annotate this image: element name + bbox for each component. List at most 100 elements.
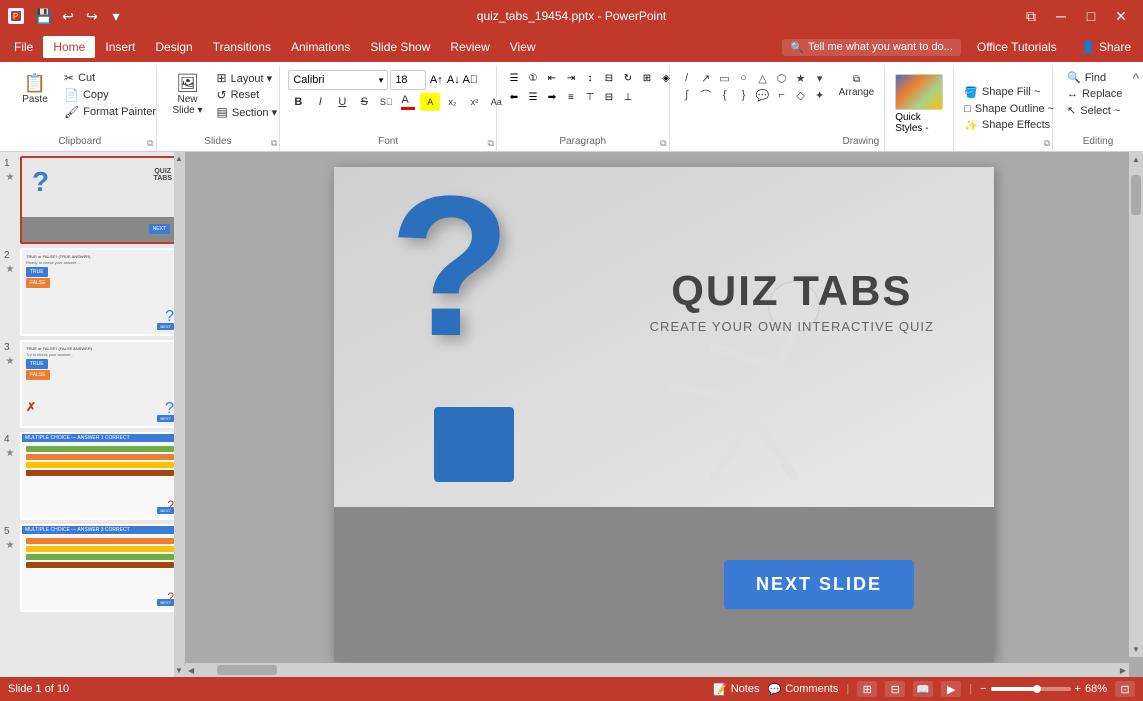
- align-middle-button[interactable]: ⊟: [600, 89, 618, 105]
- slide-thumb-1[interactable]: 1 ★ ? QUIZTABS NEXT: [4, 156, 180, 244]
- text-columns-button[interactable]: ⊟: [600, 70, 618, 86]
- redo-button[interactable]: ↪: [82, 6, 102, 26]
- shape-curve-1[interactable]: ∫: [678, 87, 696, 103]
- fit-window-button[interactable]: ⊡: [1115, 681, 1135, 697]
- slide-sorter-button[interactable]: ⊟: [885, 681, 905, 697]
- align-center-button[interactable]: ☰: [524, 89, 542, 105]
- reset-button[interactable]: ↺ Reset: [213, 87, 282, 103]
- slide-image-2[interactable]: TRUE or FALSE? (TRUE ANSWER) Ready to ch…: [20, 248, 180, 336]
- canvas-scroll-left[interactable]: ◀: [185, 666, 197, 675]
- align-right-button[interactable]: ➡: [543, 89, 561, 105]
- shape-line[interactable]: /: [678, 70, 696, 86]
- shape-tri[interactable]: △: [754, 70, 772, 86]
- canvas-scroll-down[interactable]: ▼: [1132, 642, 1140, 657]
- menu-animations[interactable]: Animations: [281, 36, 360, 58]
- shape-outline-button[interactable]: □ Shape Outline ~: [958, 102, 1060, 116]
- select-button[interactable]: ↖ Select ~: [1061, 103, 1126, 118]
- slide-thumb-5[interactable]: 5 ★ MULTIPLE CHOICE — ANSWER 3 CORRECT ?: [4, 524, 180, 612]
- slide-image-1[interactable]: ? QUIZTABS NEXT: [20, 156, 180, 244]
- slide-image-3[interactable]: TRUE or FALSE? (FALSE ANSWER) Try to che…: [20, 340, 180, 428]
- menu-view[interactable]: View: [500, 36, 546, 58]
- clipboard-expand[interactable]: ⧉: [147, 138, 153, 149]
- italic-button[interactable]: I: [310, 93, 330, 111]
- new-slide-button[interactable]: 🖼 NewSlide ▾: [165, 70, 211, 120]
- menu-design[interactable]: Design: [145, 36, 202, 58]
- shape-arrow[interactable]: ↗: [697, 70, 715, 86]
- font-expand[interactable]: ⧉: [488, 138, 494, 149]
- shape-corner[interactable]: ⌐: [773, 87, 791, 103]
- scroll-up-button[interactable]: ▲: [173, 152, 185, 165]
- minimize-button[interactable]: ─: [1047, 5, 1075, 27]
- shape-brace-r[interactable]: }: [735, 87, 753, 103]
- increase-font-button[interactable]: A↑: [428, 72, 444, 88]
- format-painter-button[interactable]: 🖌 Format Painter: [60, 104, 160, 120]
- slide-thumb-3[interactable]: 3 ★ TRUE or FALSE? (FALSE ANSWER) Try to…: [4, 340, 180, 428]
- find-button[interactable]: 🔍 Find: [1061, 70, 1112, 85]
- menu-slideshow[interactable]: Slide Show: [360, 36, 440, 58]
- slide-image-4[interactable]: MULTIPLE CHOICE — ANSWER 1 CORRECT ? NEX…: [20, 432, 180, 520]
- quick-styles-button[interactable]: Quick Styles -: [889, 70, 949, 138]
- slide-thumb-4[interactable]: 4 ★ MULTIPLE CHOICE — ANSWER 1 CORRECT ?: [4, 432, 180, 520]
- drawing-expand[interactable]: ⧉: [1044, 138, 1050, 149]
- numbering-button[interactable]: ①: [524, 70, 542, 86]
- shape-rect[interactable]: ▭: [716, 70, 734, 86]
- canvas-scroll-thumb-h[interactable]: [217, 665, 277, 675]
- line-spacing-button[interactable]: ↕: [581, 70, 599, 86]
- menu-insert[interactable]: Insert: [95, 36, 145, 58]
- more-shapes[interactable]: ▾: [811, 70, 829, 86]
- office-tutorials-link[interactable]: Office Tutorials: [969, 38, 1065, 56]
- decrease-font-button[interactable]: A↓: [445, 72, 461, 88]
- close-button[interactable]: ✕: [1107, 5, 1135, 27]
- paste-button[interactable]: 📋 Paste: [12, 70, 58, 109]
- layout-button[interactable]: ⊞ Layout ▾: [213, 70, 282, 86]
- decrease-indent-button[interactable]: ⇤: [543, 70, 561, 86]
- increase-indent-button[interactable]: ⇥: [562, 70, 580, 86]
- menu-review[interactable]: Review: [440, 36, 499, 58]
- section-button[interactable]: ▤ Section ▾: [213, 104, 282, 120]
- menu-file[interactable]: File: [4, 36, 43, 58]
- highlight-color-button[interactable]: A: [420, 93, 440, 111]
- shape-curve-2[interactable]: ⌒: [697, 87, 715, 103]
- shape-circle[interactable]: ○: [735, 70, 753, 86]
- restore-button[interactable]: ⧉: [1017, 5, 1045, 27]
- zoom-out-button[interactable]: −: [980, 683, 986, 695]
- share-button[interactable]: 👤 Share: [1073, 38, 1139, 56]
- align-top-button[interactable]: ⊤: [581, 89, 599, 105]
- clear-format-button[interactable]: A⃝: [462, 72, 478, 88]
- ribbon-collapse-button[interactable]: ^: [1132, 70, 1139, 86]
- shape-effects-button[interactable]: ✨ Shape Effects: [958, 118, 1060, 133]
- maximize-button[interactable]: □: [1077, 5, 1105, 27]
- text-direction-button[interactable]: ↻: [619, 70, 637, 86]
- arrange-button[interactable]: ⧉ Arrange: [833, 70, 881, 102]
- align-text-button[interactable]: ⊞: [638, 70, 656, 86]
- superscript-button[interactable]: x²: [464, 93, 484, 111]
- undo-button[interactable]: ↩: [58, 6, 78, 26]
- canvas-scroll-up[interactable]: ▲: [1132, 152, 1140, 167]
- zoom-slider-handle[interactable]: [1033, 685, 1041, 693]
- menu-transitions[interactable]: Transitions: [203, 36, 281, 58]
- replace-button[interactable]: ↔ Replace: [1061, 87, 1128, 101]
- shape-misc[interactable]: ◇: [792, 87, 810, 103]
- strikethrough-button[interactable]: S: [354, 93, 374, 111]
- cut-button[interactable]: ✂ Cut: [60, 70, 160, 86]
- slideshow-button[interactable]: ▶: [941, 681, 961, 697]
- scroll-down-button[interactable]: ▼: [173, 664, 185, 677]
- align-left-button[interactable]: ⬅: [505, 89, 523, 105]
- copy-button[interactable]: 📄 Copy: [60, 87, 160, 103]
- shadow-button[interactable]: S⃣: [376, 93, 396, 111]
- bold-button[interactable]: B: [288, 93, 308, 111]
- shape-hex[interactable]: ⬡: [773, 70, 791, 86]
- paragraph-expand[interactable]: ⧉: [660, 138, 666, 149]
- underline-button[interactable]: U: [332, 93, 352, 111]
- font-size-selector[interactable]: 18: [390, 70, 426, 90]
- zoom-slider[interactable]: [991, 687, 1071, 691]
- shape-brace-l[interactable]: {: [716, 87, 734, 103]
- subscript-button[interactable]: x₂: [442, 93, 462, 111]
- shape-more[interactable]: ✦: [811, 87, 829, 103]
- save-button[interactable]: 💾: [34, 6, 54, 26]
- justify-button[interactable]: ≡: [562, 89, 580, 105]
- font-name-selector[interactable]: Calibri ▾: [288, 70, 388, 90]
- slides-expand[interactable]: ⧉: [271, 138, 277, 149]
- comments-button[interactable]: 💬 Comments: [767, 683, 838, 696]
- canvas-scroll-thumb-v[interactable]: [1131, 175, 1141, 215]
